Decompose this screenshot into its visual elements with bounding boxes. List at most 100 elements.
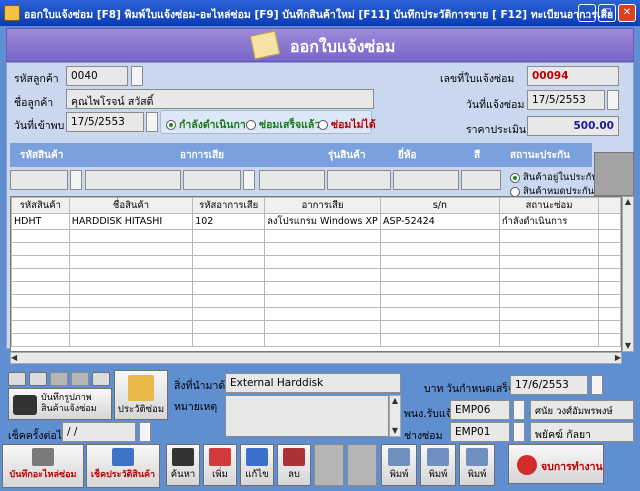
warranty-in-radio[interactable]: สินค้าอยู่ในประกัน — [510, 170, 598, 185]
entry-brand-input[interactable] — [393, 170, 459, 190]
next-check-picker-button[interactable] — [139, 422, 151, 442]
table-row[interactable] — [11, 294, 621, 308]
scroll-up-icon[interactable]: ▲ — [390, 396, 400, 406]
notify-date-field[interactable]: 17/5/2553 — [527, 90, 605, 110]
printer-icon — [466, 448, 488, 466]
grid-cell[interactable]: ASP-52424 — [380, 213, 500, 230]
receiver-name-field[interactable]: ศนัย วงศ์อัมพรพงษ์ — [530, 400, 634, 420]
repair-items-grid[interactable]: รหัสสินค้า ชื่อสินค้า รหัสอาการเสีย อากา… — [10, 196, 622, 352]
next-check-field[interactable]: / / — [62, 422, 136, 442]
customer-code-field[interactable]: 0040 — [66, 66, 128, 86]
delete-icon — [283, 448, 305, 466]
ticket-no-field[interactable]: 00094 — [527, 66, 619, 86]
grid-cell[interactable]: HDHT — [11, 213, 70, 230]
status-failed-radio[interactable]: ซ่อมไม่ได้ — [318, 116, 376, 133]
note-field[interactable] — [225, 395, 389, 437]
repair-history-button[interactable]: ประวัติซ่อม — [114, 370, 168, 420]
table-row[interactable] — [11, 281, 621, 295]
table-row[interactable] — [11, 242, 621, 256]
receiver-lookup-button[interactable] — [513, 400, 525, 420]
form-header: ออกใบแจ้งซ่อม — [6, 28, 634, 62]
wrench-icon — [32, 448, 54, 466]
receiver-code-field[interactable]: EMP06 — [450, 400, 510, 420]
maximize-icon[interactable]: □ — [598, 4, 616, 22]
entry-product-lookup-button[interactable] — [70, 170, 82, 190]
radio-icon — [246, 120, 256, 130]
grid-header-product-code[interactable]: รหัสสินค้า — [11, 197, 70, 214]
table-row[interactable] — [11, 333, 621, 347]
customer-lookup-button[interactable] — [131, 66, 143, 86]
customer-name-field[interactable]: คุณไพโรจน์ สวัสดิ์ — [66, 89, 374, 109]
scroll-right-icon[interactable]: ▶ — [615, 353, 621, 363]
grid-vertical-scrollbar[interactable]: ▲ ▼ — [622, 196, 634, 352]
grid-header-serial[interactable]: s/n — [380, 197, 500, 214]
delete-button[interactable]: ลบ — [277, 444, 311, 486]
scroll-left-icon[interactable]: ◀ — [11, 353, 17, 363]
scroll-down-icon[interactable]: ▼ — [390, 426, 400, 436]
technician-lookup-button[interactable] — [513, 422, 525, 442]
notify-date-picker-button[interactable] — [607, 90, 619, 110]
disabled-button — [50, 372, 68, 386]
print-parts-button[interactable]: พิมพ์ — [420, 444, 456, 486]
grid-header-symptom-code[interactable]: รหัสอาการเสีย — [192, 197, 266, 214]
check-history-button[interactable]: เช็คประวัติสินค้า — [86, 444, 160, 488]
minimize-icon[interactable]: _ — [578, 4, 596, 22]
table-row[interactable] — [11, 307, 621, 321]
table-row[interactable] — [11, 255, 621, 269]
header-brand: ยี่ห้อ — [398, 150, 417, 161]
save-row-icon[interactable] — [92, 372, 110, 386]
grid-cell[interactable]: กำลังดำเนินการ — [498, 213, 600, 230]
print-report-button[interactable]: พิมพ์ — [459, 444, 495, 486]
entry-color-input[interactable] — [461, 170, 501, 190]
visit-date-field[interactable]: 17/5/2553 — [66, 112, 144, 132]
app-icon — [4, 5, 20, 21]
entry-symptom-input[interactable] — [259, 170, 325, 190]
entry-symptom-code-input[interactable] — [183, 170, 241, 190]
grid-horizontal-scrollbar[interactable]: ◀ ▶ — [10, 352, 622, 364]
visit-date-label: วันที่เข้าพบ — [14, 120, 65, 132]
table-row[interactable] — [11, 229, 621, 243]
table-row[interactable]: HDHT HARDDISK HITASHI 102 ลงโปรแกรม Wind… — [11, 213, 621, 230]
header-color: สี — [474, 150, 481, 161]
exit-button[interactable]: จบการทำงาน — [508, 444, 604, 484]
grid-cell[interactable]: 102 — [192, 213, 266, 230]
scroll-down-icon[interactable]: ▼ — [623, 341, 633, 351]
header-product-code: รหัสสินค้า — [20, 150, 64, 161]
estimate-field[interactable]: 500.00 — [527, 116, 619, 136]
due-date-field[interactable]: 17/6/2553 — [510, 375, 588, 395]
table-row[interactable] — [11, 320, 621, 334]
save-photo-button[interactable]: บันทึกรูปภาพสินค้าแจ้งซ่อม — [8, 388, 112, 420]
add-button[interactable]: เพิ่ม — [203, 444, 237, 486]
grid-header-repair-status[interactable]: สถานะซ่อม — [498, 197, 600, 214]
technician-name-field[interactable]: พยัคฆ์ กัลยา — [530, 422, 634, 442]
entry-product-code-input[interactable] — [10, 170, 68, 190]
entry-model-input[interactable] — [327, 170, 391, 190]
technician-code-field[interactable]: EMP01 — [450, 422, 510, 442]
edit-button[interactable]: แก้ไข — [240, 444, 274, 486]
close-icon[interactable]: ✕ — [618, 4, 636, 22]
entry-product-name-input[interactable] — [85, 170, 181, 190]
grid-cell[interactable]: HARDDISK HITASHI — [68, 213, 194, 230]
grid-header-symptom[interactable]: อาการเสีย — [264, 197, 382, 214]
delete-row-icon[interactable] — [8, 372, 26, 386]
grid-cell[interactable]: ลงโปรแกรม Windows XP — [264, 213, 382, 230]
customer-code-label: รหัสลูกค้า — [14, 73, 59, 85]
estimate-label: ราคาประเมิน — [466, 124, 527, 136]
parts-record-button[interactable]: บันทึกอะไหล่ซ่อม — [2, 444, 84, 488]
status-done-radio[interactable]: ซ่อมเสร็จแล้ว — [246, 116, 320, 133]
note-scrollbar[interactable]: ▲ ▼ — [389, 395, 401, 437]
items-field[interactable]: External Harddisk — [225, 373, 401, 393]
status-in-progress-radio[interactable]: กำลังดำเนินการ — [166, 116, 251, 133]
envelope-icon — [249, 30, 281, 60]
ticket-no-label: เลขที่ใบแจ้งซ่อม — [440, 73, 515, 85]
table-row[interactable] — [11, 268, 621, 282]
print-ticket-button[interactable]: พิมพ์ — [381, 444, 417, 486]
visit-date-picker-button[interactable] — [146, 112, 158, 132]
due-date-picker-button[interactable] — [591, 375, 603, 395]
entry-symptom-lookup-button[interactable] — [243, 170, 255, 190]
edit-row-icon[interactable] — [29, 372, 47, 386]
search-button[interactable]: ค้นหา — [166, 444, 200, 486]
radio-selected-icon — [166, 120, 176, 130]
scroll-up-icon[interactable]: ▲ — [623, 197, 633, 207]
grid-header-product-name[interactable]: ชื่อสินค้า — [68, 197, 194, 214]
